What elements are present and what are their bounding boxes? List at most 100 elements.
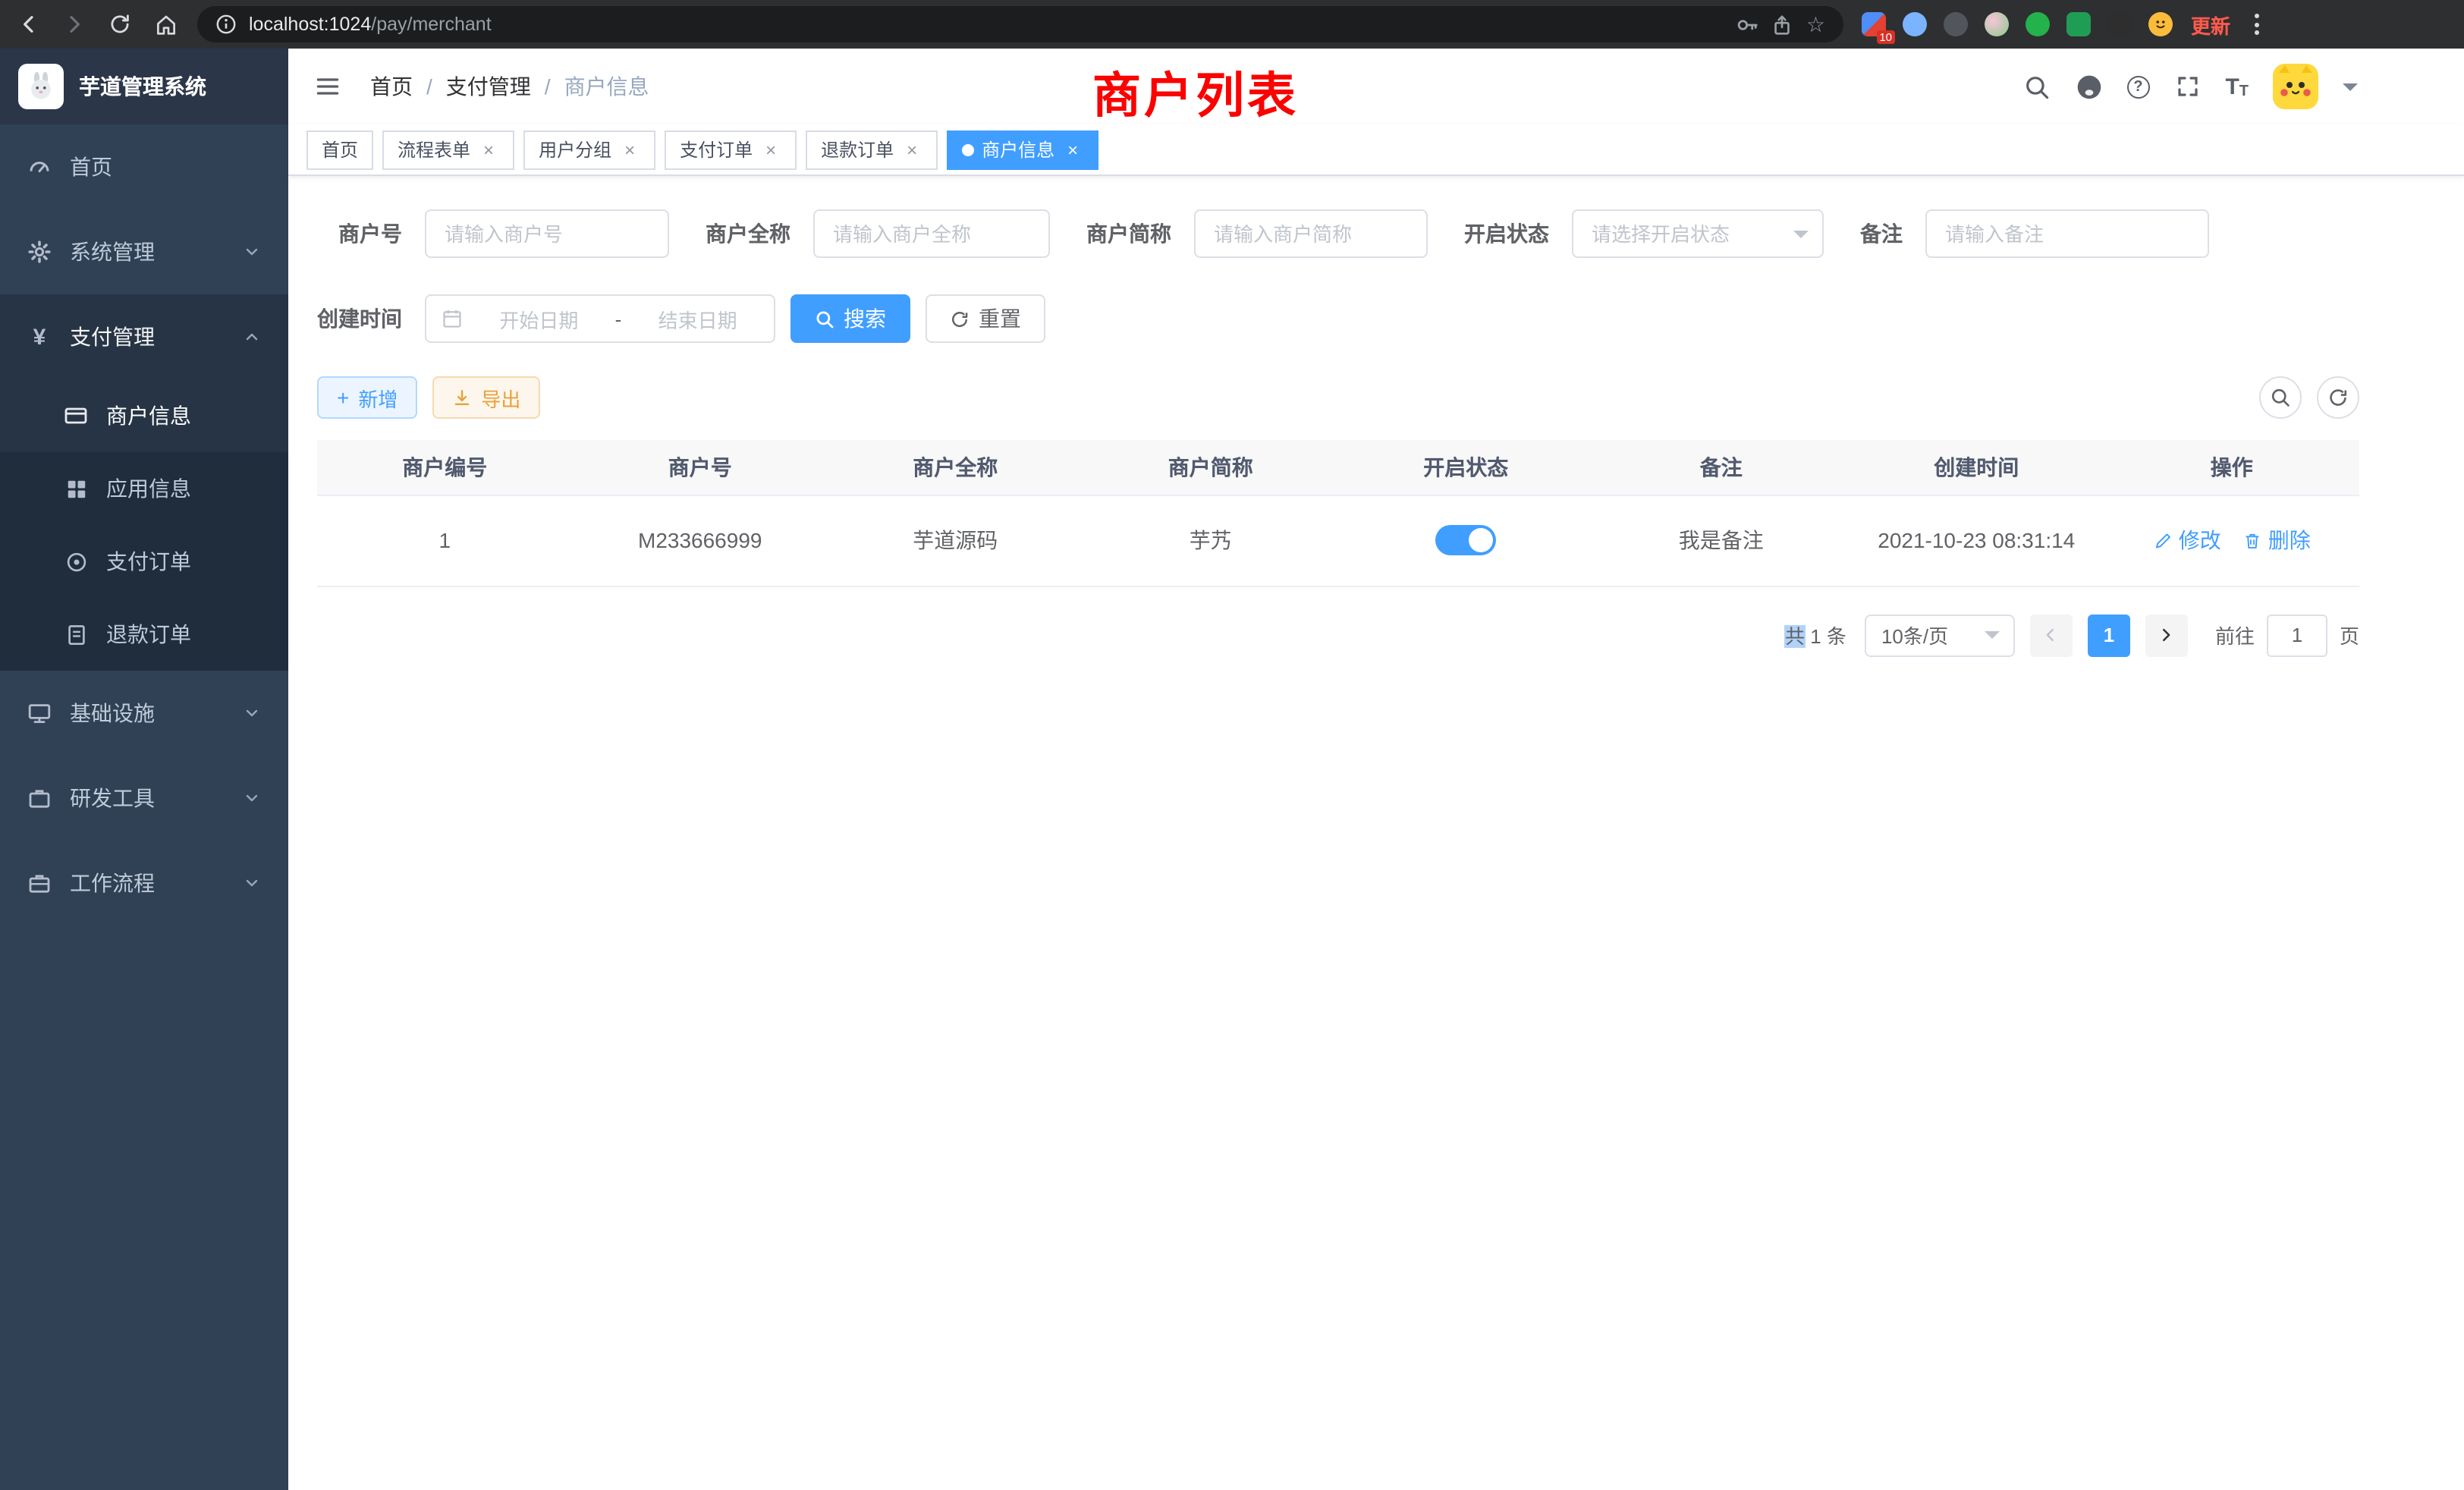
yen-icon: ¥ [27,325,52,349]
search-icon[interactable] [2023,73,2051,100]
sidebar-item-home[interactable]: 首页 [0,124,288,209]
delete-link[interactable]: 删除 [2242,525,2311,555]
tab-label: 支付订单 [680,137,753,162]
remark-input[interactable] [1925,209,2209,258]
goto-page-input[interactable] [2267,614,2327,656]
search-button[interactable]: 搜索 [790,294,910,343]
extension-icon-3[interactable] [1944,12,1968,36]
date-range-picker[interactable]: 开始日期 - 结束日期 [425,294,775,343]
sidebar-submenu-payment: 商户信息 应用信息 支付订单 退款订单 [0,379,288,671]
sidebar-item-merchant-info[interactable]: 商户信息 [0,379,288,452]
show-search-icon[interactable] [2259,376,2302,419]
tab-home[interactable]: 首页 [306,130,373,169]
extension-icon-4[interactable] [1985,12,2009,36]
add-button[interactable]: + 新增 [317,376,417,419]
sidebar-item-workflow[interactable]: 工作流程 [0,841,288,926]
gear-icon [27,240,52,264]
user-avatar[interactable] [2273,64,2318,109]
filter-row-2: 创建时间 开始日期 - 结束日期 搜索 [317,294,2359,343]
fullscreen-icon[interactable] [2173,73,2201,100]
browser-update-button[interactable]: 更新 [2191,10,2230,39]
browser-home-icon[interactable] [152,11,179,38]
sidebar-item-label: 基础设施 [70,698,155,728]
tab-user-group[interactable]: 用户分组 × [523,130,655,169]
status-select-input[interactable] [1572,209,1824,258]
breadcrumb-home[interactable]: 首页 [370,71,413,102]
browser-refresh-icon[interactable] [106,11,134,38]
close-icon[interactable]: × [901,139,922,160]
close-icon[interactable]: × [760,139,781,160]
short-name-input[interactable] [1194,209,1428,258]
help-icon[interactable]: ? [2126,75,2149,98]
page-size-value[interactable] [1865,614,2015,656]
sidebar-item-system[interactable]: 系统管理 [0,209,288,294]
reset-button-label: 重置 [979,303,1021,334]
browser-menu-icon[interactable] [2249,14,2265,35]
edit-link[interactable]: 修改 [2153,525,2221,555]
url-path: /pay/merchant [371,14,491,35]
page-1-button[interactable]: 1 [2088,614,2130,656]
page-size-select[interactable] [1865,614,2015,656]
end-date-placeholder[interactable]: 结束日期 [636,304,759,333]
extension-icon-6[interactable] [2066,12,2091,36]
password-key-icon[interactable] [1736,13,1759,36]
main-area: 首页 / 支付管理 / 商户信息 商户列表 ? TT [288,49,2464,1490]
tab-label: 商户信息 [982,137,1054,162]
sidebar-item-devtools[interactable]: 研发工具 [0,756,288,841]
sidebar-item-infra[interactable]: 基础设施 [0,671,288,756]
sidebar-item-app-info[interactable]: 应用信息 [0,452,288,525]
full-name-input[interactable] [813,209,1050,258]
tab-refund-order[interactable]: 退款订单 × [806,130,938,169]
merchant-table: 商户编号 商户号 商户全称 商户简称 开启状态 备注 创建时间 操作 1 M23… [317,440,2359,586]
sidebar-item-label: 研发工具 [70,783,155,813]
browser-forward-icon[interactable] [61,11,88,38]
close-icon[interactable]: × [478,139,499,160]
extension-icon-5[interactable] [2026,12,2050,36]
export-button[interactable]: 导出 [432,376,540,419]
github-icon[interactable] [2075,73,2102,100]
chevron-down-icon [243,789,261,807]
share-icon[interactable] [1771,13,1794,36]
reset-button[interactable]: 重置 [926,294,1045,343]
tab-merchant-info[interactable]: 商户信息 × [947,130,1098,169]
tab-process-form[interactable]: 流程表单 × [382,130,514,169]
close-icon[interactable]: × [1062,139,1083,160]
sidebar: 芋道管理系统 首页 系统管理 ¥ 支付管理 [0,49,288,1490]
prev-page-button[interactable] [2030,614,2073,656]
cell-full-name: 芋道源码 [828,495,1083,586]
filter-row-1: 商户号 商户全称 商户简称 开启状态 [317,209,2359,258]
site-info-icon[interactable] [215,14,237,35]
extension-icon-2[interactable] [1903,12,1927,36]
page-annotation: 商户列表 [1092,58,1299,127]
extension-icon-7[interactable] [2107,12,2132,36]
bookmark-star-icon[interactable]: ☆ [1806,11,1825,37]
sidebar-item-refund-order[interactable]: 退款订单 [0,598,288,671]
breadcrumb: 首页 / 支付管理 / 商户信息 [370,71,649,102]
breadcrumb-payment[interactable]: 支付管理 [446,71,531,102]
sidebar-item-payment[interactable]: ¥ 支付管理 [0,294,288,379]
hamburger-icon[interactable] [313,71,343,102]
address-bar[interactable]: localhost:1024/pay/merchant ☆ [197,6,1843,42]
extension-icon-1[interactable]: 10 [1862,12,1886,36]
col-full-name: 商户全称 [828,440,1083,495]
logo-rabbit-icon [18,64,64,109]
close-icon[interactable]: × [619,139,640,160]
status-select[interactable] [1572,209,1824,258]
next-page-button[interactable] [2145,614,2188,656]
avatar-caret-icon[interactable] [2343,83,2358,98]
cell-merchant-no: M233666999 [573,495,828,586]
status-toggle[interactable] [1435,525,1496,555]
filter-remark: 备注 [1860,209,2209,258]
col-short-name: 商户简称 [1083,440,1339,495]
merchant-no-input[interactable] [425,209,669,258]
extension-icon-8[interactable] [2148,12,2173,36]
sidebar-item-pay-order[interactable]: 支付订单 [0,525,288,598]
sidebar-item-label: 首页 [70,152,112,182]
sidebar-item-label: 退款订单 [106,619,191,649]
tab-pay-order[interactable]: 支付订单 × [665,130,797,169]
url-host: localhost:1024 [249,14,371,35]
browser-back-icon[interactable] [15,11,42,38]
font-size-icon[interactable]: TT [2225,74,2249,99]
refresh-table-icon[interactable] [2317,376,2359,419]
start-date-placeholder[interactable]: 开始日期 [478,304,600,333]
